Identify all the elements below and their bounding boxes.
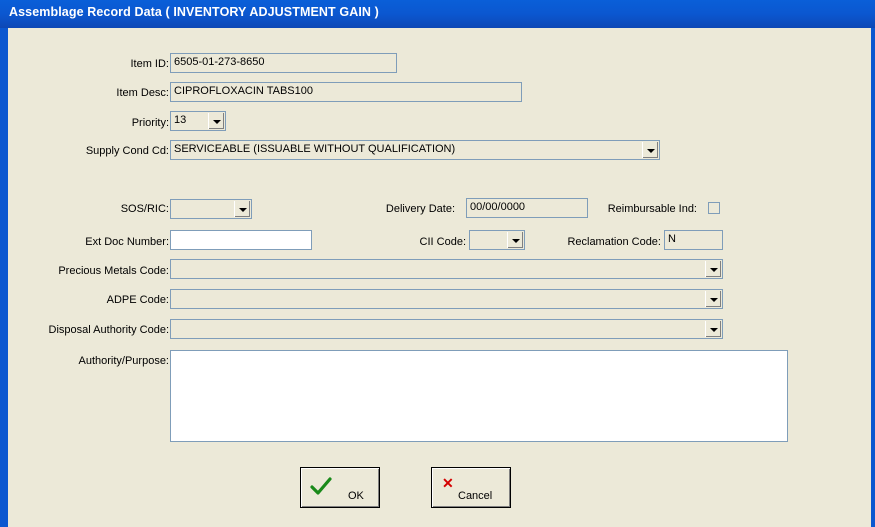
chevron-down-icon[interactable] (705, 261, 721, 277)
priority-value: 13 (174, 114, 187, 126)
authority-textarea[interactable] (170, 350, 788, 442)
cii-code-dropdown[interactable] (469, 230, 525, 250)
reimbursable-checkbox[interactable] (708, 202, 720, 214)
chevron-down-icon[interactable] (234, 201, 250, 217)
sos-ric-label: SOS/RIC: (120, 203, 169, 215)
adpe-label: ADPE Code: (106, 294, 169, 306)
dialog-body: Item ID: 6505-01-273-8650 Item Desc: CIP… (8, 28, 871, 527)
delivery-date-field: 00/00/0000 (466, 198, 588, 218)
x-icon: ✕ (442, 475, 454, 491)
disposal-label: Disposal Authority Code: (48, 324, 169, 336)
reclamation-field: N (664, 230, 723, 250)
window-title: Assemblage Record Data ( INVENTORY ADJUS… (9, 5, 379, 19)
item-desc-label: Item Desc: (116, 87, 169, 99)
delivery-date-label: Delivery Date: (385, 203, 455, 215)
reimbursable-label: Reimbursable Ind: (607, 203, 697, 215)
chevron-down-icon[interactable] (642, 142, 658, 158)
cancel-label: Cancel (458, 490, 493, 502)
chevron-down-icon[interactable] (705, 321, 721, 337)
ext-doc-label: Ext Doc Number: (85, 236, 169, 248)
reclamation-label: Reclamation Code: (567, 236, 661, 248)
check-icon (310, 477, 332, 495)
window-frame-right (871, 28, 875, 527)
supply-cond-value: SERVICEABLE (ISSUABLE WITHOUT QUALIFICAT… (174, 143, 456, 155)
precious-metals-label: Precious Metals Code: (58, 265, 169, 277)
cii-code-label: CII Code: (419, 236, 466, 248)
window-frame-left (0, 28, 8, 527)
sos-ric-dropdown[interactable] (170, 199, 252, 219)
ok-label: OK (348, 490, 364, 502)
precious-metals-dropdown[interactable] (170, 259, 723, 279)
chevron-down-icon[interactable] (208, 113, 224, 129)
title-bar: Assemblage Record Data ( INVENTORY ADJUS… (0, 0, 875, 28)
authority-label: Authority/Purpose: (78, 355, 170, 367)
ok-button[interactable]: OK (300, 467, 380, 508)
item-desc-field: CIPROFLOXACIN TABS100 (170, 82, 522, 102)
supply-cond-label: Supply Cond Cd: (85, 145, 169, 157)
item-id-label: Item ID: (130, 58, 169, 70)
chevron-down-icon[interactable] (705, 291, 721, 307)
priority-label: Priority: (131, 117, 169, 129)
supply-cond-dropdown[interactable]: SERVICEABLE (ISSUABLE WITHOUT QUALIFICAT… (170, 140, 660, 160)
disposal-dropdown[interactable] (170, 319, 723, 339)
ext-doc-input[interactable] (170, 230, 312, 250)
adpe-dropdown[interactable] (170, 289, 723, 309)
priority-dropdown[interactable]: 13 (170, 111, 226, 131)
item-id-field: 6505-01-273-8650 (170, 53, 397, 73)
cancel-button[interactable]: ✕ Cancel (431, 467, 511, 508)
chevron-down-icon[interactable] (507, 232, 523, 248)
